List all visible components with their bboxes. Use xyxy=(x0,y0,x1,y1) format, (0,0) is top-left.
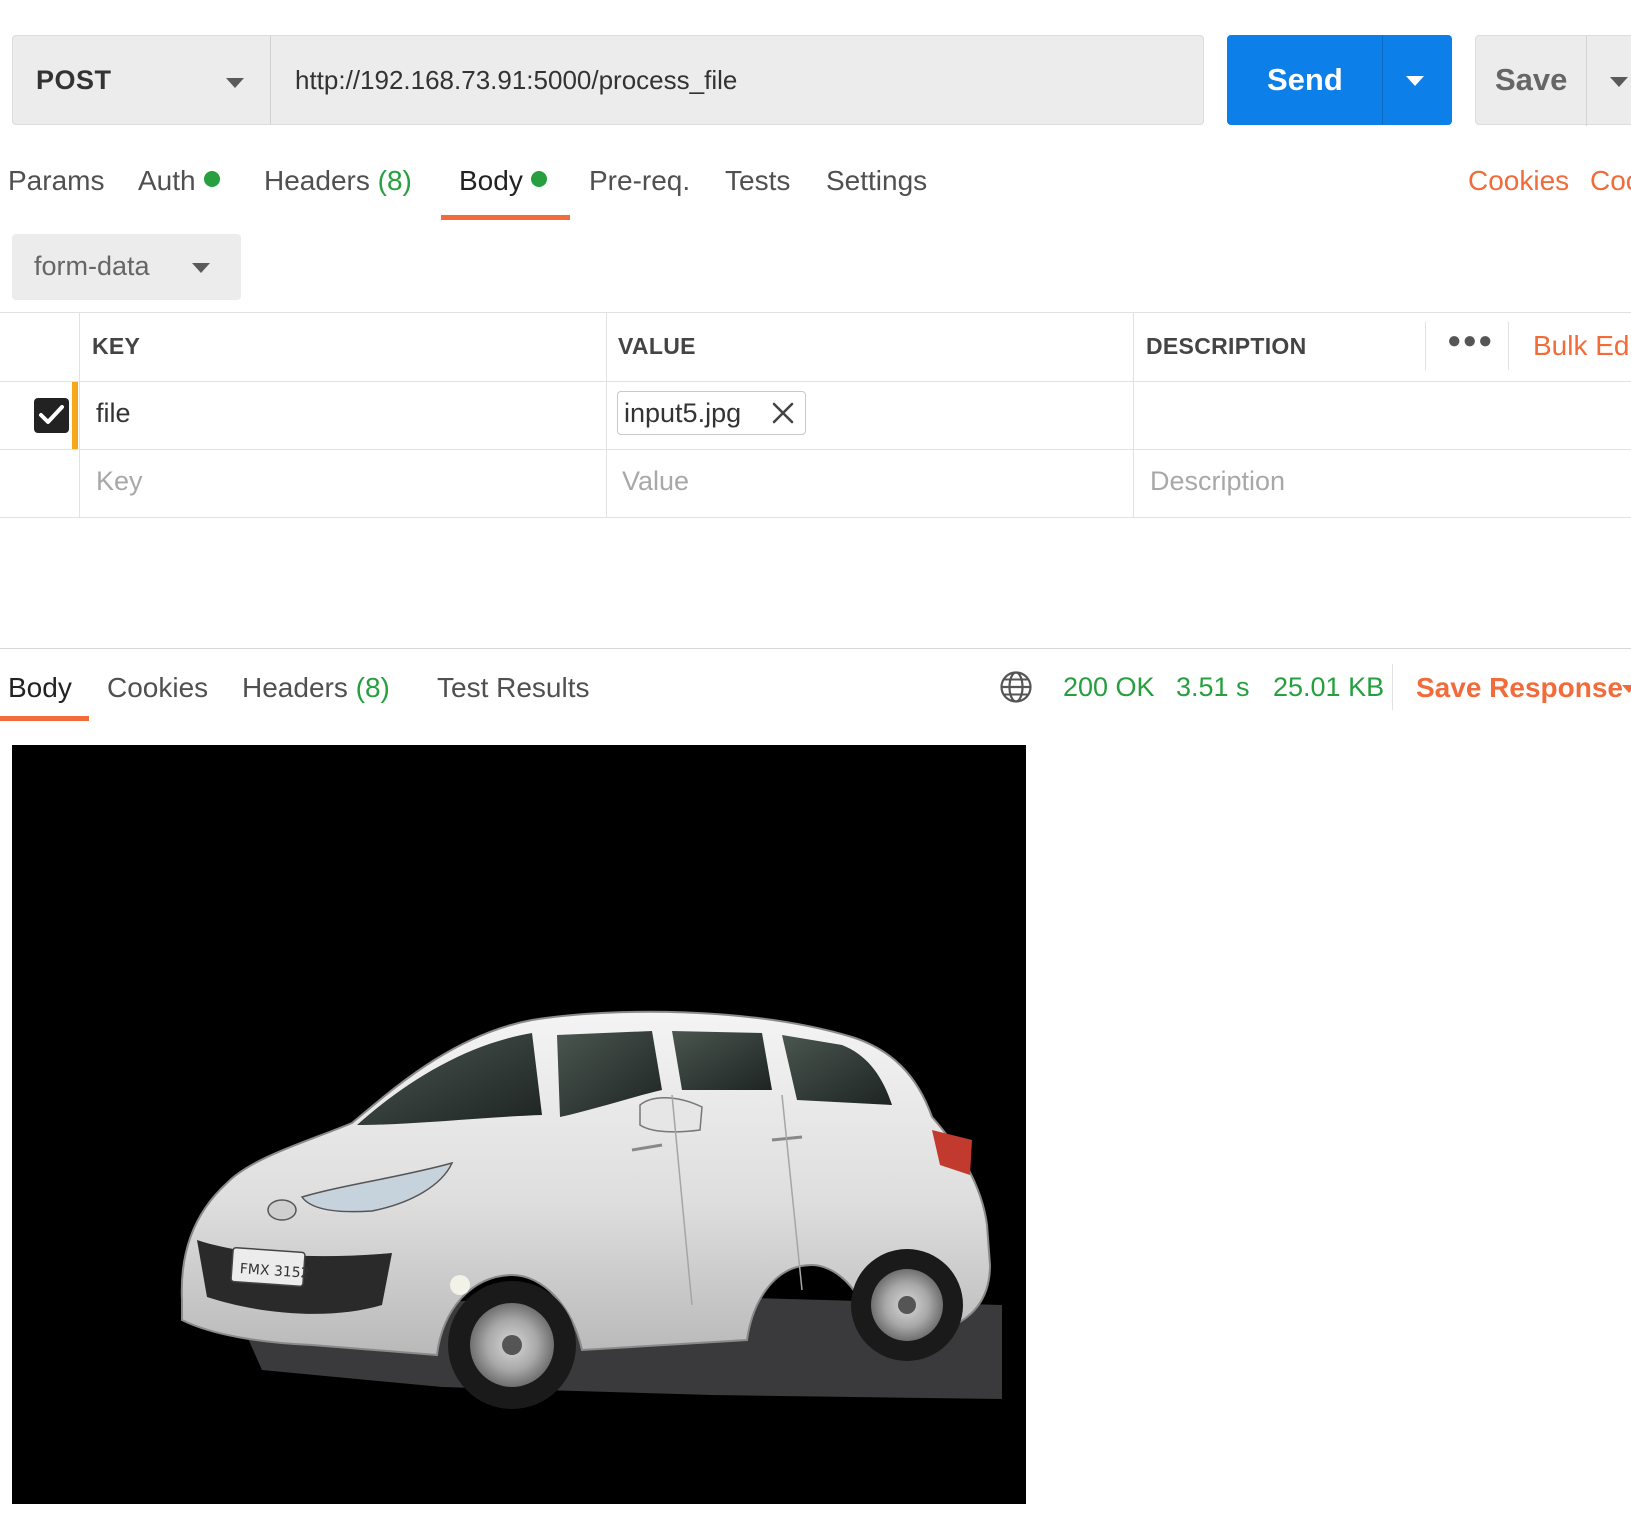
save-button[interactable]: Save xyxy=(1475,35,1631,126)
tab-body[interactable]: Body xyxy=(459,165,547,197)
send-divider xyxy=(1382,35,1383,125)
code-link[interactable]: Coc xyxy=(1590,165,1631,197)
tab-settings[interactable]: Settings xyxy=(826,165,927,197)
table-top-border xyxy=(0,312,1631,313)
col-divider xyxy=(1133,312,1134,518)
tab-tests[interactable]: Tests xyxy=(725,165,790,197)
col-divider xyxy=(1425,322,1426,370)
body-type-select[interactable]: form-data xyxy=(12,234,241,300)
tab-headers-label: Headers xyxy=(264,165,370,196)
auth-status-dot xyxy=(203,171,220,187)
column-header-value: VALUE xyxy=(618,333,696,359)
chevron-down-icon[interactable] xyxy=(1622,685,1631,693)
send-label: Send xyxy=(1267,62,1343,97)
close-icon[interactable] xyxy=(770,400,796,426)
save-dropdown-chevron-icon[interactable] xyxy=(1610,77,1628,87)
tab-headers-count: (8) xyxy=(377,165,412,196)
file-name: input5.jpg xyxy=(624,398,742,428)
send-button[interactable]: Send xyxy=(1227,35,1452,125)
bulk-edit-link[interactable]: Bulk Edi xyxy=(1533,330,1631,362)
row-key[interactable]: file xyxy=(96,398,131,429)
description-placeholder[interactable]: Description xyxy=(1150,466,1285,497)
key-placeholder[interactable]: Key xyxy=(96,466,143,497)
response-tab-test-results[interactable]: Test Results xyxy=(437,672,590,704)
tab-auth-label: Auth xyxy=(138,165,196,196)
checkmark-icon xyxy=(39,405,64,424)
response-time: 3.51 s xyxy=(1176,672,1250,702)
response-image-preview: FMX 3152 xyxy=(12,745,1026,1504)
tab-auth[interactable]: Auth xyxy=(138,165,220,197)
col-divider xyxy=(79,312,80,518)
chevron-down-icon xyxy=(192,263,210,273)
globe-icon[interactable] xyxy=(999,670,1033,704)
save-response-button[interactable]: Save Response xyxy=(1416,672,1623,704)
value-placeholder[interactable]: Value xyxy=(622,466,689,497)
save-divider xyxy=(1586,36,1587,126)
response-tab-body[interactable]: Body xyxy=(8,672,72,704)
save-label: Save xyxy=(1495,62,1568,97)
tab-headers[interactable]: Headers (8) xyxy=(264,165,412,197)
tab-body-label: Body xyxy=(459,165,523,196)
file-chip[interactable]: input5.jpg xyxy=(617,391,806,435)
response-tab-headers-label: Headers xyxy=(242,672,348,703)
response-tab-cookies[interactable]: Cookies xyxy=(107,672,208,704)
tab-prereq[interactable]: Pre-req. xyxy=(589,165,690,197)
response-tab-headers-count: (8) xyxy=(355,672,390,703)
ellipsis-icon[interactable]: ●●● xyxy=(1447,327,1494,355)
table-row-border xyxy=(0,449,1631,450)
method-label: POST xyxy=(36,64,112,95)
column-header-key: KEY xyxy=(92,333,141,359)
tab-params[interactable]: Params xyxy=(8,165,104,197)
url-input[interactable]: http://192.168.73.91:5000/process_file xyxy=(270,35,1204,125)
col-divider xyxy=(606,312,607,518)
row-checkbox[interactable] xyxy=(34,398,69,433)
method-select[interactable]: POST xyxy=(12,35,271,125)
cookies-link[interactable]: Cookies xyxy=(1468,165,1569,197)
response-divider[interactable] xyxy=(0,648,1631,649)
status-code: 200 OK xyxy=(1063,672,1155,702)
row-edit-marker xyxy=(72,382,78,449)
active-tab-underline xyxy=(441,215,570,220)
table-bottom-border xyxy=(0,517,1631,518)
active-response-tab-underline xyxy=(0,716,89,721)
body-status-dot xyxy=(530,171,547,187)
table-header-border xyxy=(0,381,1631,382)
car-image: FMX 3152 xyxy=(180,1010,1002,1409)
col-divider xyxy=(1508,322,1509,370)
column-header-description: DESCRIPTION xyxy=(1146,333,1307,359)
body-type-label: form-data xyxy=(34,251,150,281)
response-tab-headers[interactable]: Headers (8) xyxy=(242,672,390,704)
send-dropdown-chevron-icon[interactable] xyxy=(1406,76,1424,86)
status-divider xyxy=(1392,664,1393,710)
response-size: 25.01 KB xyxy=(1273,672,1385,702)
chevron-down-icon xyxy=(226,78,244,88)
